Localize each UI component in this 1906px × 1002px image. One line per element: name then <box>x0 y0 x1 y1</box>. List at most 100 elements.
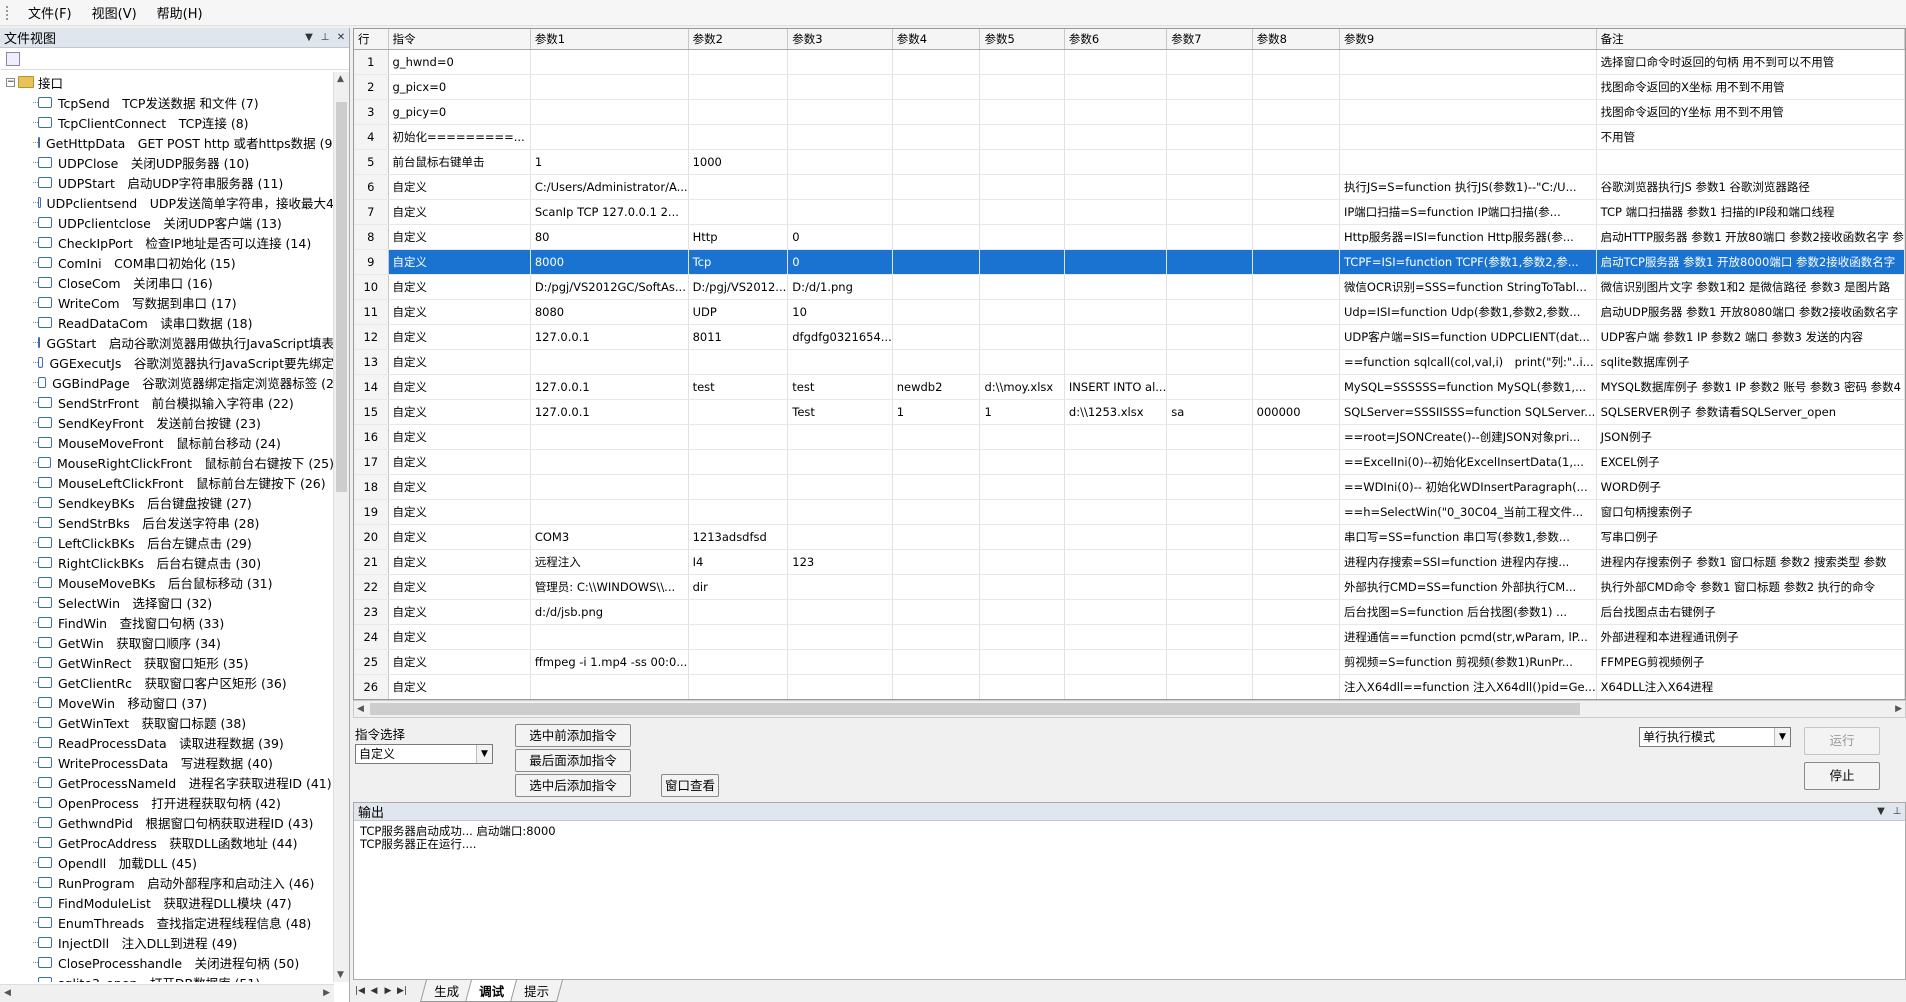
table-cell[interactable]: g_picx=0 <box>388 74 531 100</box>
table-row[interactable]: 4 初始化=========... 不用管 <box>354 124 1905 150</box>
table-cell[interactable] <box>787 199 893 225</box>
table-cell[interactable] <box>787 474 893 500</box>
table-cell[interactable] <box>1252 349 1340 375</box>
table-cell[interactable]: 0 <box>787 224 893 250</box>
add-after-button[interactable]: 选中后添加指令 <box>515 774 631 797</box>
tree-item[interactable]: sqlite3_open 打开DB数据库 (51) <box>0 972 334 982</box>
table-cell[interactable] <box>688 174 789 200</box>
chevron-down-icon[interactable]: ▼ <box>476 745 492 763</box>
table-cell[interactable]: Http <box>688 224 789 250</box>
table-cell[interactable]: D:/pgj/VS2012... <box>688 274 789 300</box>
table-cell[interactable]: 000000 <box>1252 399 1340 425</box>
column-header[interactable]: 指令 <box>388 29 531 50</box>
table-cell[interactable]: 微信识别图片文字 参数1和2 是微信路径 参数3 是图片路 <box>1596 274 1905 300</box>
table-cell[interactable]: sqlite数据库例子 <box>1596 349 1905 375</box>
tree-item[interactable]: GGExecutJs 谷歌浏览器执行JavaScript要先绑定 <box>0 352 334 372</box>
table-cell[interactable]: UDP客户端=SIS=function UDPCLIENT(dat... <box>1339 324 1597 350</box>
table-cell[interactable] <box>1252 74 1340 100</box>
table-cell[interactable]: 自定义 <box>388 424 531 450</box>
table-cell[interactable]: Udp=ISI=function Udp(参数1,参数2,参数... <box>1339 299 1597 325</box>
table-cell[interactable] <box>1064 649 1168 675</box>
table-cell[interactable] <box>688 599 789 625</box>
table-cell[interactable] <box>892 299 981 325</box>
table-cell[interactable] <box>892 174 981 200</box>
table-cell[interactable]: I4 <box>688 549 789 575</box>
table-cell[interactable] <box>892 499 981 525</box>
column-header[interactable]: 参数2 <box>688 29 789 50</box>
table-cell[interactable] <box>1252 374 1340 400</box>
table-cell[interactable] <box>530 674 689 699</box>
table-cell[interactable] <box>1064 449 1168 475</box>
table-cell[interactable]: 找图命令返回的X坐标 用不到不用管 <box>1596 74 1905 100</box>
scroll-up-icon[interactable]: ▲ <box>337 74 344 84</box>
table-row[interactable]: 23 自定义 d:/d/jsb.png 后台找图=S=function 后台找图(参数… <box>354 599 1905 625</box>
table-row[interactable]: 20 自定义 COM3 1213adsdfsd 串口写=SS=function 串口写(… <box>354 524 1905 550</box>
table-cell[interactable]: UDP <box>688 299 789 325</box>
table-cell[interactable] <box>530 99 689 125</box>
table-cell[interactable] <box>688 624 789 650</box>
scroll-right-icon[interactable]: ▶ <box>323 988 330 998</box>
row-number[interactable]: 26 <box>354 674 389 699</box>
table-cell[interactable]: ==WDIni(0)-- 初始化WDInsertParagraph(... <box>1339 474 1597 500</box>
row-number[interactable]: 2 <box>354 74 389 100</box>
table-cell[interactable] <box>1166 74 1253 100</box>
table-cell[interactable]: INSERT INTO al... <box>1064 374 1168 400</box>
row-number[interactable]: 12 <box>354 324 389 350</box>
table-cell[interactable]: MySQL=SSSSSS=function MySQL(参数1,... <box>1339 374 1597 400</box>
table-cell[interactable] <box>530 449 689 475</box>
scroll-down-icon[interactable]: ▼ <box>337 970 344 980</box>
table-cell[interactable] <box>1166 324 1253 350</box>
table-cell[interactable] <box>1252 249 1340 275</box>
table-cell[interactable] <box>1064 349 1168 375</box>
table-cell[interactable] <box>892 49 981 75</box>
row-number[interactable]: 1 <box>354 49 389 75</box>
table-cell[interactable]: ffmpeg -i 1.mp4 -ss 00:0... <box>530 649 689 675</box>
table-cell[interactable] <box>1064 49 1168 75</box>
table-cell[interactable]: 远程注入 <box>530 549 689 575</box>
table-cell[interactable] <box>979 599 1065 625</box>
table-cell[interactable] <box>688 674 789 699</box>
tree-item[interactable]: GetHttpData GET POST http 或者https数据 (9) <box>0 132 334 152</box>
table-row[interactable]: 7 自定义 ScanIp TCP 127.0.0.1 2... IP端口扫描=S=fu… <box>354 199 1905 225</box>
table-cell[interactable] <box>1064 599 1168 625</box>
table-cell[interactable]: 自定义 <box>388 574 531 600</box>
table-cell[interactable] <box>979 249 1065 275</box>
table-cell[interactable] <box>688 49 789 75</box>
table-cell[interactable]: 选择窗口命令时返回的句柄 用不到可以不用管 <box>1596 49 1905 75</box>
row-number[interactable]: 4 <box>354 124 389 150</box>
table-cell[interactable] <box>787 74 893 100</box>
table-cell[interactable]: JSON例子 <box>1596 424 1905 450</box>
table-cell[interactable]: Http服务器=ISI=function Http服务器(参... <box>1339 224 1597 250</box>
table-row[interactable]: 22 自定义 管理员: C:\\WINDOWS\\... dir 外部执行CMD=SS=… <box>354 574 1905 600</box>
table-cell[interactable] <box>1064 74 1168 100</box>
table-cell[interactable] <box>1252 199 1340 225</box>
table-cell[interactable]: 微信OCR识别=SSS=function StringToTabl... <box>1339 274 1597 300</box>
table-cell[interactable] <box>892 99 981 125</box>
table-cell[interactable] <box>1166 224 1253 250</box>
table-cell[interactable] <box>979 499 1065 525</box>
table-cell[interactable] <box>688 649 789 675</box>
tree-item[interactable]: UDPclientsend UDP发送简单字符串，接收最大4 <box>0 192 334 212</box>
table-cell[interactable]: d:/d/jsb.png <box>530 599 689 625</box>
table-row[interactable]: 14 自定义 127.0.0.1 test test newdb2 d:\\moy.xlsx… <box>354 374 1905 400</box>
column-header[interactable]: 参数5 <box>979 29 1065 50</box>
table-cell[interactable]: 进程通信==function pcmd(str,wParam, lP... <box>1339 624 1597 650</box>
add-last-button[interactable]: 最后面添加指令 <box>515 749 631 772</box>
table-cell[interactable] <box>688 474 789 500</box>
table-row[interactable]: 13 自定义 ==function sqlcall(col,val,i) print… <box>354 349 1905 375</box>
table-cell[interactable] <box>1166 574 1253 600</box>
table-cell[interactable]: 外部进程和本进程通讯例子 <box>1596 624 1905 650</box>
table-cell[interactable] <box>979 524 1065 550</box>
tree-item[interactable]: SendKeyFront 发送前台按键 (23) <box>0 412 334 432</box>
table-cell[interactable] <box>892 424 981 450</box>
table-cell[interactable]: sa <box>1166 399 1253 425</box>
table-cell[interactable]: 执行外部CMD命令 参数1 窗口标题 参数2 执行的命令 <box>1596 574 1905 600</box>
tree-item[interactable]: MouseMoveFront 鼠标前台移动 (24) <box>0 432 334 452</box>
tree-item[interactable]: TcpSend TCP发送数据 和文件 (7) <box>0 92 334 112</box>
row-number[interactable]: 15 <box>354 399 389 425</box>
table-cell[interactable] <box>892 149 981 175</box>
table-cell[interactable]: 自定义 <box>388 199 531 225</box>
table-cell[interactable] <box>530 74 689 100</box>
table-cell[interactable] <box>688 349 789 375</box>
tree-item[interactable]: UDPClose 关闭UDP服务器 (10) <box>0 152 334 172</box>
